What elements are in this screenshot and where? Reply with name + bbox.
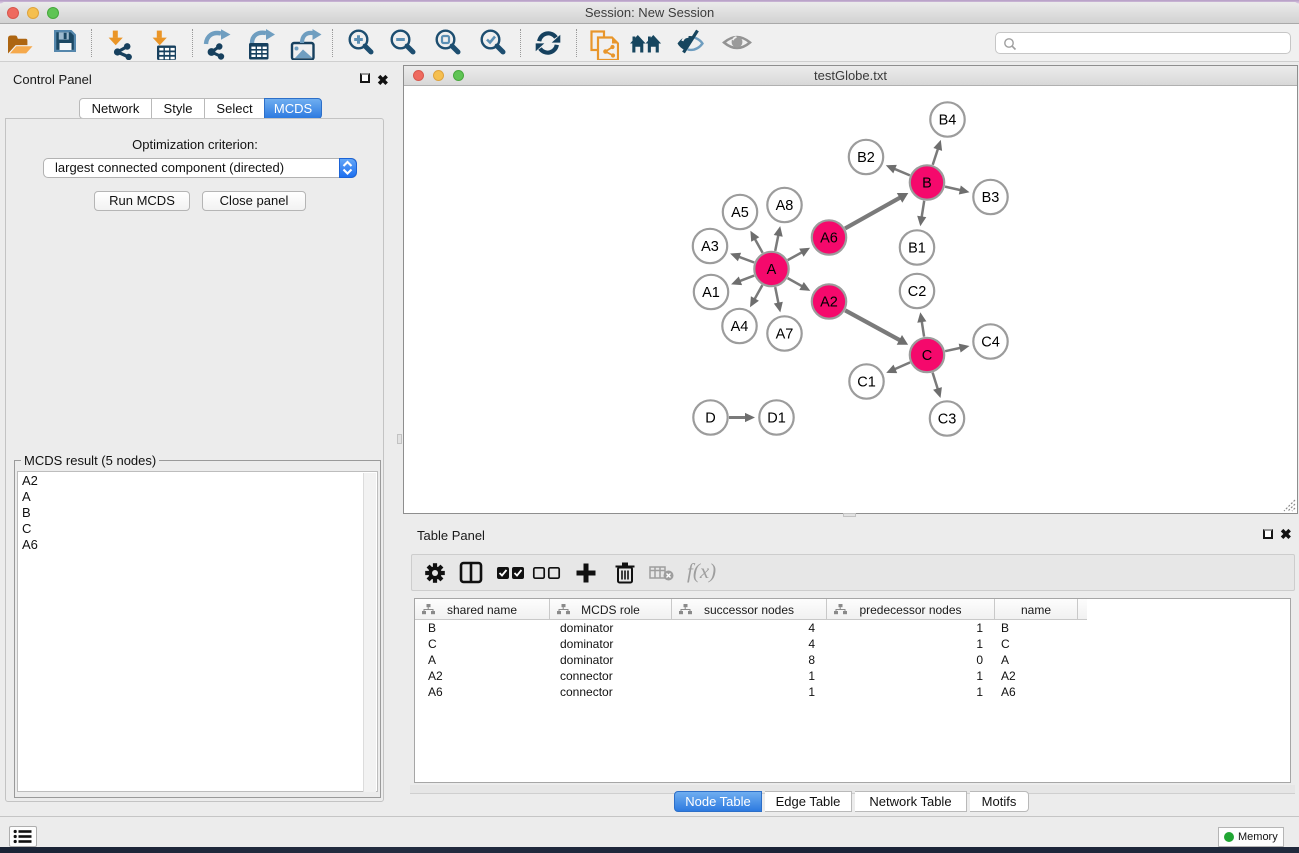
svg-text:B1: B1: [908, 241, 926, 257]
svg-text:C1: C1: [857, 375, 876, 391]
svg-text:B3: B3: [982, 190, 1000, 206]
svg-text:A7: A7: [776, 327, 794, 343]
svg-text:C4: C4: [981, 335, 1000, 351]
svg-text:A2: A2: [820, 295, 838, 311]
svg-text:A4: A4: [731, 319, 749, 335]
svg-text:B2: B2: [857, 150, 875, 166]
svg-text:B4: B4: [939, 113, 957, 129]
svg-text:C: C: [922, 348, 932, 364]
svg-text:C3: C3: [938, 412, 957, 428]
svg-text:D1: D1: [767, 411, 786, 427]
svg-text:A6: A6: [820, 231, 838, 247]
svg-text:D: D: [705, 411, 715, 427]
svg-text:B: B: [922, 176, 932, 192]
svg-text:A3: A3: [701, 239, 719, 255]
svg-text:A5: A5: [731, 205, 749, 221]
svg-text:A: A: [767, 262, 777, 278]
svg-text:A1: A1: [702, 285, 720, 301]
svg-text:A8: A8: [776, 198, 794, 214]
svg-text:C2: C2: [908, 284, 927, 300]
